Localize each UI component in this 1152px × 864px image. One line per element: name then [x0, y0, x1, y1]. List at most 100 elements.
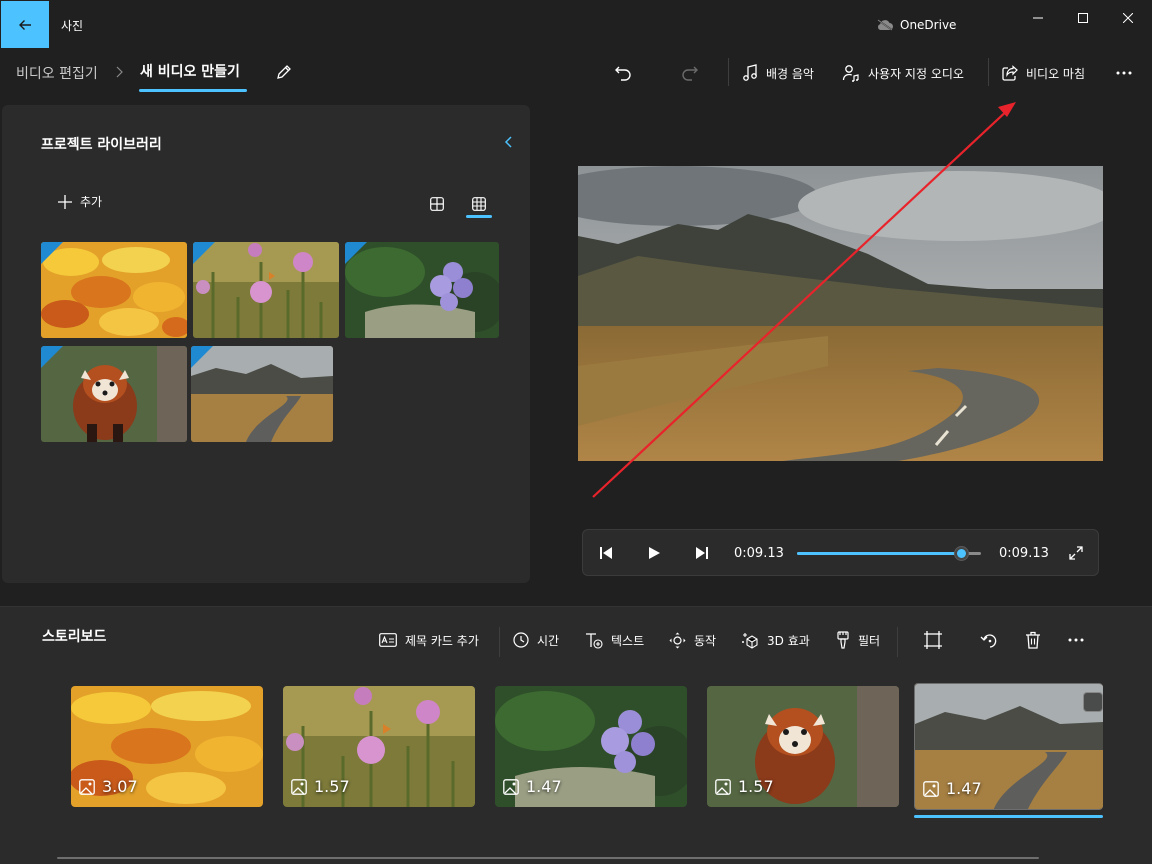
crop-icon: [924, 631, 942, 649]
arrow-left-icon: [19, 19, 31, 30]
text-add-icon: [586, 632, 603, 649]
app-title: 사진: [61, 19, 84, 33]
chevron-right-icon: [115, 66, 123, 78]
filters-button[interactable]: 필터: [836, 631, 880, 649]
seek-bar-thumb[interactable]: [953, 546, 969, 561]
storyboard-separator: [897, 627, 898, 657]
clip-duration: 1.57: [291, 777, 350, 796]
library-used-marker: [191, 346, 213, 368]
delete-button[interactable]: [1025, 631, 1041, 649]
expand-icon: [1069, 546, 1083, 560]
rotate-icon: [980, 634, 997, 648]
share-icon: [1002, 64, 1018, 81]
image-icon: [291, 778, 307, 795]
small-grid-icon: [472, 197, 486, 211]
title-bar: 사진 OneDrive: [0, 0, 1152, 48]
duration-button[interactable]: 시간: [513, 631, 559, 649]
filters-label: 필터: [858, 633, 881, 648]
previous-clip-button[interactable]: [595, 542, 617, 564]
rename-project-button[interactable]: [275, 63, 293, 81]
finish-video-button[interactable]: 비디오 마침: [1001, 61, 1085, 85]
library-item-pink-flowers[interactable]: [193, 242, 339, 338]
text-label: 텍스트: [611, 633, 645, 648]
next-clip-button[interactable]: [691, 542, 713, 564]
undo-button[interactable]: [614, 61, 632, 85]
selected-clip-indicator: [914, 815, 1103, 818]
storyboard-clip[interactable]: 3.07: [71, 686, 263, 807]
cloud-off-icon: [877, 19, 893, 31]
breadcrumb-video-editor[interactable]: 비디오 편집기: [16, 63, 98, 83]
clip-duration-value: 1.47: [946, 779, 982, 798]
library-item-red-panda[interactable]: [41, 346, 187, 442]
fullscreen-button[interactable]: [1065, 542, 1087, 564]
collapse-library-button[interactable]: [504, 135, 514, 149]
more-options-button[interactable]: [1115, 61, 1133, 85]
motion-button[interactable]: 동작: [669, 631, 716, 649]
duration-label: 시간: [537, 633, 560, 648]
image-icon: [715, 778, 731, 795]
back-button[interactable]: [1, 1, 49, 48]
mountain-road-preview-image: [578, 166, 1103, 461]
rotate-button[interactable]: [980, 631, 998, 649]
clip-duration: 1.47: [503, 777, 562, 796]
close-button[interactable]: [1116, 6, 1140, 30]
undo-icon: [615, 66, 631, 81]
text-button[interactable]: 텍스트: [585, 631, 644, 649]
storyboard-clip[interactable]: 1.57: [707, 686, 899, 807]
skip-forward-icon: [696, 547, 708, 559]
close-icon: [1123, 13, 1133, 23]
maximize-icon: [1078, 13, 1088, 23]
motion-icon: [669, 632, 686, 648]
crop-button[interactable]: [924, 631, 942, 649]
more-icon: [1068, 638, 1084, 642]
storyboard-more-button[interactable]: [1067, 631, 1085, 649]
finish-video-label: 비디오 마침: [1026, 66, 1086, 81]
library-used-marker: [41, 242, 63, 264]
minimize-icon: [1033, 17, 1043, 19]
plus-icon: [58, 194, 72, 209]
video-preview[interactable]: [578, 166, 1103, 461]
custom-audio-label: 사용자 지정 오디오: [868, 66, 964, 81]
custom-audio-button[interactable]: 사용자 지정 오디오: [842, 61, 964, 85]
play-button[interactable]: [643, 542, 665, 564]
total-time: 0:09.13: [999, 546, 1049, 561]
library-item-mountain-road[interactable]: [191, 346, 333, 442]
minimize-button[interactable]: [1026, 6, 1050, 30]
image-icon: [503, 778, 519, 795]
purple-hyacinth-image: [345, 242, 499, 338]
storyboard-scrollbar[interactable]: [57, 857, 1039, 859]
trash-icon: [1026, 631, 1040, 649]
storyboard-clip[interactable]: 1.47: [495, 686, 687, 807]
title-card-icon: [379, 633, 397, 647]
large-grid-view-button[interactable]: [425, 192, 449, 216]
3d-effects-button[interactable]: 3D 효과: [741, 631, 810, 649]
clip-duration-value: 1.57: [738, 777, 774, 796]
filter-brush-icon: [837, 631, 849, 649]
onedrive-label: OneDrive: [900, 18, 957, 32]
seek-bar[interactable]: [797, 546, 981, 561]
clip-duration: 3.07: [79, 777, 138, 796]
clock-icon: [513, 632, 529, 648]
library-used-marker: [41, 346, 63, 368]
person-audio-icon: [842, 65, 859, 82]
storyboard-clip[interactable]: 1.57: [283, 686, 475, 807]
motion-label: 동작: [694, 633, 717, 648]
add-media-button[interactable]: 추가: [58, 193, 102, 210]
more-icon: [1116, 71, 1132, 75]
clip-duration-value: 3.07: [102, 777, 138, 796]
add-media-label: 추가: [80, 195, 103, 209]
project-library-panel: 프로젝트 라이브러리 추가: [2, 105, 530, 583]
skip-back-icon: [600, 547, 612, 559]
small-grid-view-button[interactable]: [467, 192, 491, 216]
storyboard-clip-selected[interactable]: 1.47: [914, 683, 1103, 810]
maximize-button[interactable]: [1071, 6, 1095, 30]
background-music-button[interactable]: 배경 음악: [742, 61, 814, 85]
clip-select-checkbox[interactable]: [1083, 692, 1103, 712]
add-title-card-button[interactable]: 제목 카드 추가: [379, 631, 479, 649]
redo-button[interactable]: [681, 61, 699, 85]
storyboard-separator: [499, 627, 500, 657]
onedrive-status[interactable]: OneDrive: [876, 18, 956, 32]
library-item-purple-hyacinth[interactable]: [345, 242, 499, 338]
library-item-autumn-leaves[interactable]: [41, 242, 187, 338]
storyboard-panel: 스토리보드 제목 카드 추가 시간 텍스트 동작 3D 효과 필터 3.07 1…: [0, 606, 1152, 864]
